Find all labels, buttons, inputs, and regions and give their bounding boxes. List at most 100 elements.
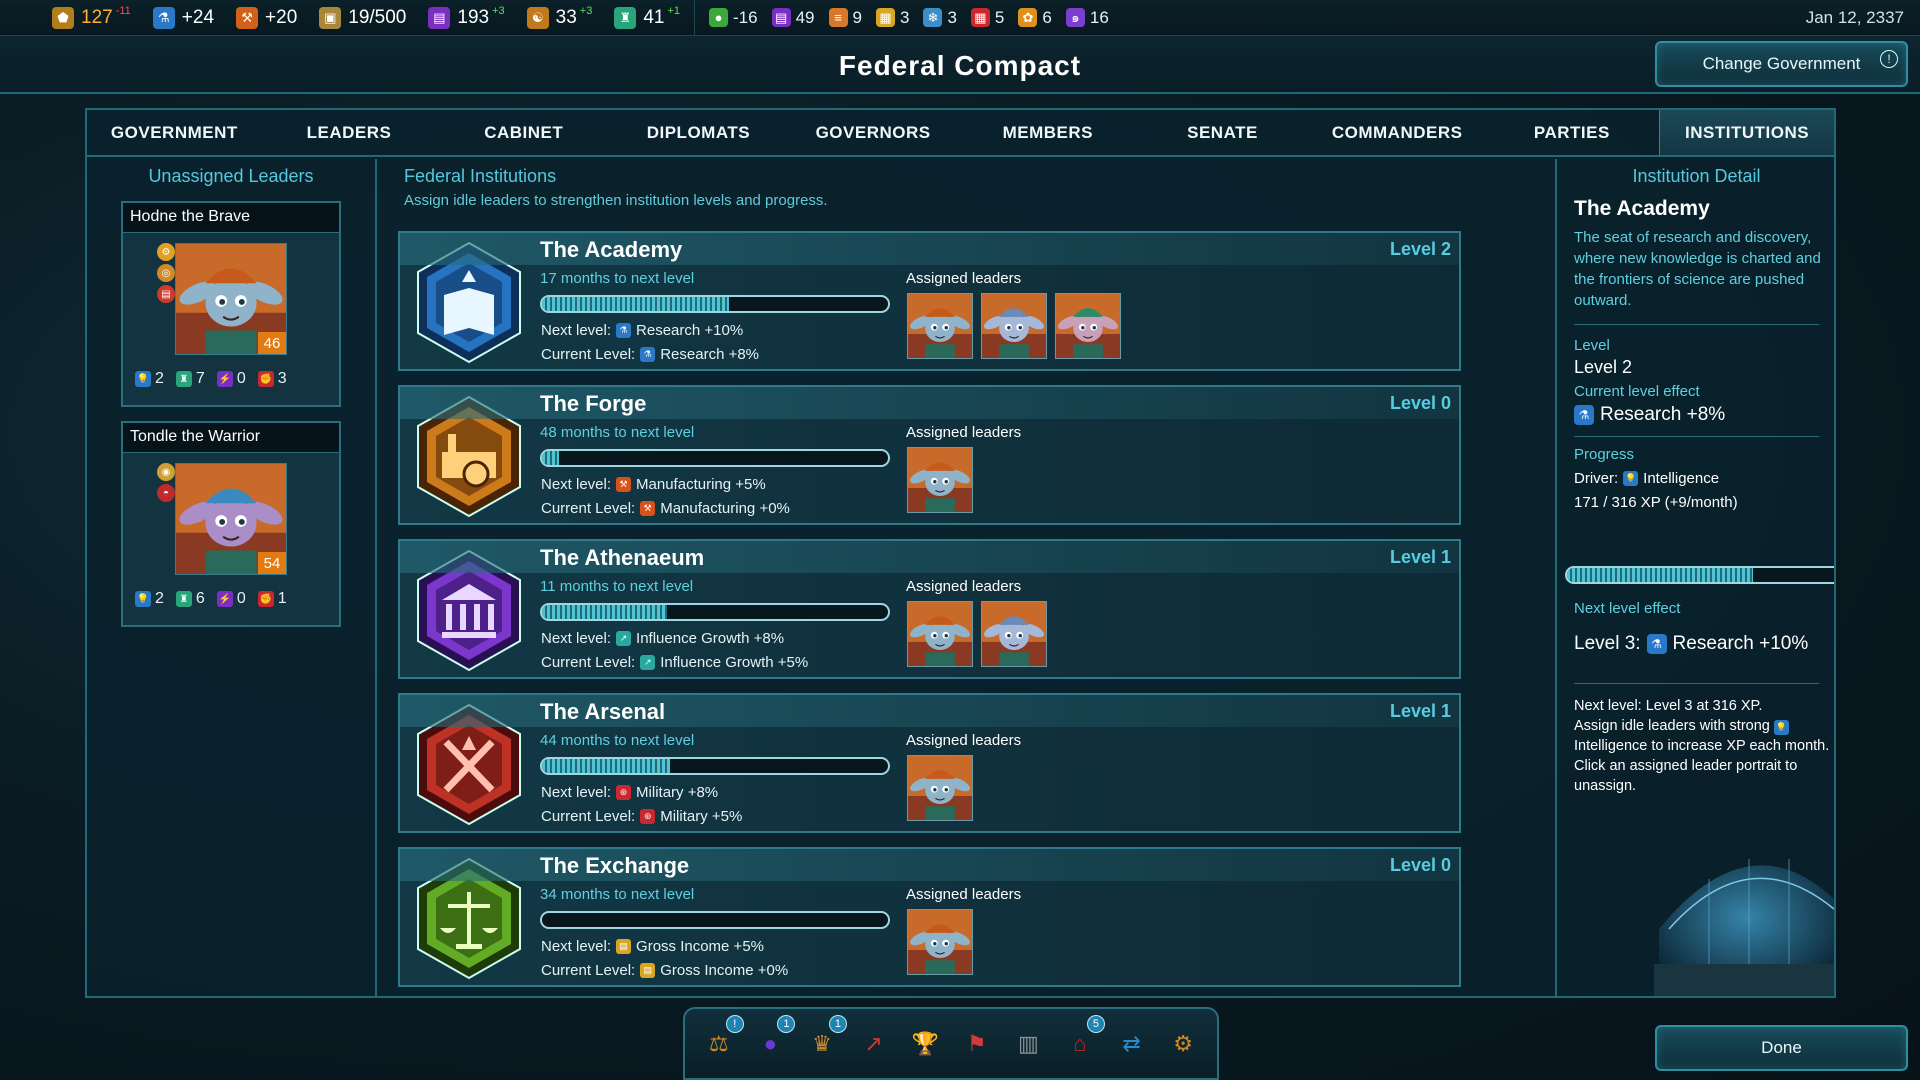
settings-icon[interactable]: ⚙ — [1162, 1023, 1204, 1065]
institution-progress-bar — [540, 603, 890, 621]
food-icon: ● — [709, 8, 729, 27]
institutions-heading: Federal Institutions — [404, 166, 557, 186]
change-government-button[interactable]: Change Government ! — [1655, 41, 1908, 87]
tab-government[interactable]: GOVERNMENT — [87, 110, 262, 155]
done-label: Done — [1761, 1038, 1802, 1057]
resource-value: 193 — [457, 6, 490, 28]
alert-icon: ! — [1880, 50, 1898, 68]
intelligence-icon: 💡 — [1773, 719, 1789, 735]
institution-card[interactable]: The Athenaeum Level 1 11 months to next le… — [398, 539, 1461, 679]
progress-label: Progress — [1574, 446, 1635, 463]
resource-value: 5 — [994, 7, 1005, 27]
tab-members[interactable]: MEMBERS — [960, 110, 1135, 155]
notification-badge: ! — [725, 1014, 744, 1033]
observatory-illustration — [1559, 779, 1834, 996]
title-bar: Federal Compact — [0, 36, 1920, 94]
assigned-leader-portrait[interactable] — [907, 293, 973, 359]
leader-portrait[interactable]: 46 — [175, 243, 287, 355]
trophy-icon[interactable]: 🏆 — [904, 1023, 946, 1065]
flag-icon[interactable]: ⚑ — [956, 1023, 998, 1065]
house-icon[interactable]: ⌂ 5 — [1059, 1014, 1105, 1065]
research-icon: ⚗ — [1646, 634, 1667, 654]
tab-cabinet[interactable]: CABINET — [436, 110, 611, 155]
institution-level: Level 2 — [1389, 239, 1451, 259]
institution-card[interactable]: The Forge Level 0 48 months to next level N… — [398, 385, 1461, 525]
assigned-leaders-list — [907, 909, 973, 975]
resource-item[interactable]: ⬟ 127 -11 — [52, 0, 131, 36]
swirl-icon: ◎ — [157, 264, 175, 282]
current-level-label: Current Level: — [541, 654, 636, 671]
tab-commanders[interactable]: COMMANDERS — [1310, 110, 1485, 155]
unrest-icon: ✊ — [257, 591, 274, 607]
resource-item[interactable]: ● -16 — [709, 0, 758, 36]
current-level-value: Manufacturing +0% — [660, 500, 790, 517]
current-level-row: Current Level: ⊛ Military +5% — [541, 808, 742, 825]
assigned-leader-portrait[interactable] — [981, 601, 1047, 667]
institution-name: The Exchange — [540, 853, 690, 878]
book-icon: ▤ — [157, 285, 175, 303]
income-icon: ▤ — [616, 939, 632, 954]
population-icon: ♜ — [175, 371, 192, 387]
justice-icon[interactable]: ⚖! — [698, 1014, 744, 1065]
tab-senate[interactable]: SENATE — [1135, 110, 1310, 155]
assigned-leader-portrait[interactable] — [907, 601, 973, 667]
leader-stat: ✊ 1 — [257, 590, 287, 608]
resource-item[interactable]: ⚒ +20 — [236, 0, 297, 36]
leader-stat: ♜ 7 — [175, 370, 205, 388]
current-level-value: Research +8% — [660, 346, 760, 363]
notification-badge: 5 — [1086, 1014, 1105, 1033]
leader-portrait[interactable]: 54 — [175, 463, 287, 575]
leader-stat: ♜ 6 — [175, 590, 205, 608]
assigned-leaders-label: Assigned leaders — [906, 732, 1022, 749]
months-to-next-level: 44 months to next level — [540, 732, 695, 749]
level-value: Level 2 — [1574, 357, 1633, 377]
swirl-icon: ๑ — [1065, 8, 1085, 27]
resource-item[interactable]: ✿ 6 — [1018, 0, 1052, 36]
resource-item[interactable]: ≡ 9 — [828, 0, 862, 36]
note-line: Next level: Level 3 at 316 XP. — [1574, 698, 1763, 714]
assigned-leaders-label: Assigned leaders — [906, 270, 1022, 287]
stat-value: 3 — [277, 370, 287, 387]
tab-governors[interactable]: GOVERNORS — [786, 110, 961, 155]
assigned-leader-portrait[interactable] — [907, 447, 973, 513]
tab-leaders[interactable]: LEADERS — [262, 110, 437, 155]
assigned-leader-portrait[interactable] — [1055, 293, 1121, 359]
resource-item[interactable]: ▣ 19/500 — [319, 0, 406, 36]
pillar-icon[interactable]: ▥ — [1007, 1023, 1049, 1065]
resource-item[interactable]: ▦ 3 — [875, 0, 909, 36]
game-date: Jan 12, 2337 — [1805, 8, 1904, 27]
resource-item[interactable]: ♜ 41 +1 — [614, 0, 680, 36]
assigned-leader-portrait[interactable] — [981, 293, 1047, 359]
institution-progress-bar — [540, 911, 890, 929]
next-level-label: Next level: — [541, 938, 612, 955]
resource-value: 127 — [81, 6, 113, 28]
resource-item[interactable]: ▤ 49 — [771, 0, 815, 36]
institution-card[interactable]: The Academy Level 2 17 months to next leve… — [398, 231, 1461, 371]
crown-icon[interactable]: ♛ 1 — [801, 1014, 847, 1065]
resource-item[interactable]: ๑ 16 — [1065, 0, 1109, 36]
note-line: Intelligence to increase XP each month. — [1574, 738, 1830, 754]
assigned-leader-portrait[interactable] — [907, 909, 973, 975]
institution-card[interactable]: The Exchange Level 0 34 months to next lev… — [398, 847, 1461, 987]
done-button[interactable]: Done — [1655, 1025, 1908, 1071]
tab-diplomats[interactable]: DIPLOMATS — [611, 110, 786, 155]
resource-item[interactable]: ▤ 193 +3 — [428, 0, 505, 36]
leader-card[interactable]: Tondle the Warrior ◉ ◓ 54 💡 2 ♜ 6 ⚡ 0 ✊ 1 — [121, 421, 341, 627]
leader-traits: ◉ ◓ — [157, 463, 175, 502]
resource-item[interactable]: ⚗ +24 — [152, 0, 214, 36]
tab-institutions[interactable]: INSTITUTIONS — [1659, 110, 1834, 155]
intelligence-icon: 💡 — [1623, 471, 1639, 486]
bottom-toolbar: ⚖! ● 1 ♛ 1 ↗ 🏆 ⚑ ▥ ⌂ 5 ⇄ ⚙ — [683, 1007, 1219, 1080]
leader-card[interactable]: Hodne the Brave ⚙ ◎ ▤ 46 💡 2 ♜ 7 ⚡ 0 ✊ 3 — [121, 201, 341, 407]
institution-card[interactable]: The Arsenal Level 1 44 months to next leve… — [398, 693, 1461, 833]
resource-item[interactable]: ❄ 3 — [923, 0, 957, 36]
resource-delta: +1 — [667, 4, 681, 17]
handshake-icon[interactable]: ⇄ — [1111, 1023, 1153, 1065]
resource-item[interactable]: ☯ 33 +3 — [526, 0, 592, 36]
graph-icon[interactable]: ↗ — [853, 1023, 895, 1065]
current-level-row: Current Level: ⚒ Manufacturing +0% — [541, 500, 790, 517]
assigned-leader-portrait[interactable] — [907, 755, 973, 821]
tab-parties[interactable]: PARTIES — [1485, 110, 1660, 155]
planet-icon[interactable]: ● 1 — [749, 1014, 796, 1065]
resource-item[interactable]: ▦ 5 — [970, 0, 1005, 36]
